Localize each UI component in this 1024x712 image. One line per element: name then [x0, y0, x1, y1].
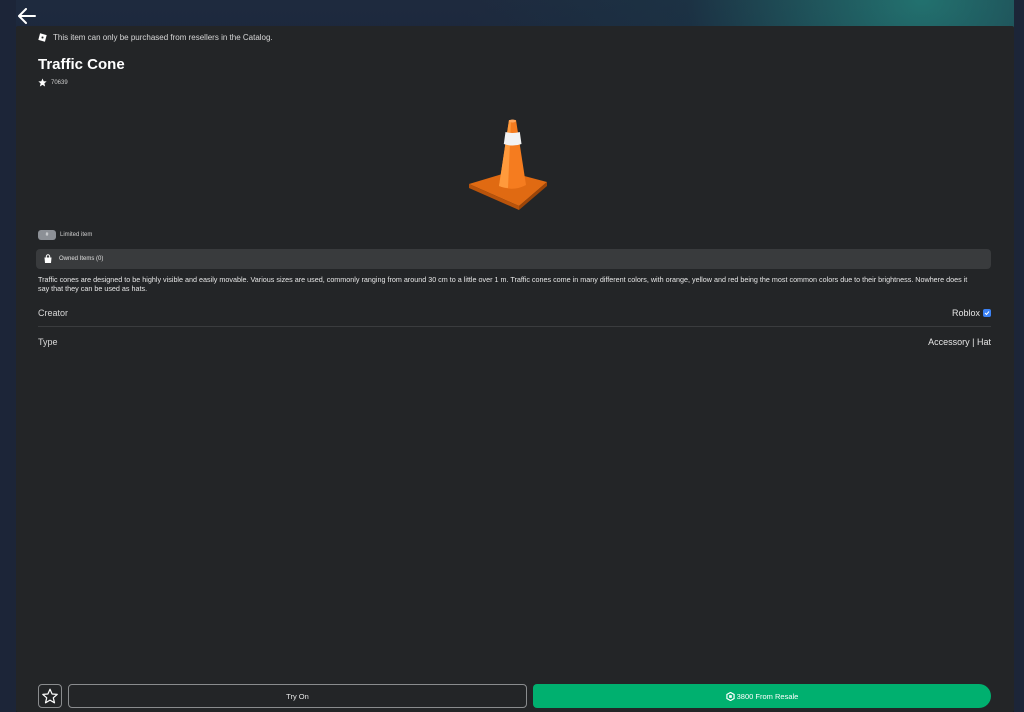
favorite-count: 70639: [38, 78, 68, 87]
shopping-bag-icon: [44, 254, 52, 263]
creator-label: Creator: [38, 307, 69, 318]
limited-badge-text: #: [45, 232, 49, 238]
item-description: Traffic cones are designed to be highly …: [38, 275, 968, 293]
robux-icon: [725, 691, 735, 701]
arrow-left-icon: [18, 8, 36, 24]
item-details-panel: This item can only be purchased from res…: [16, 26, 1014, 712]
star-outline-icon: [42, 688, 58, 704]
type-value: Accessory | Hat: [928, 337, 991, 347]
try-on-button[interactable]: Try On: [68, 684, 527, 708]
traffic-cone-thumbnail: [469, 119, 547, 210]
owned-items-bar[interactable]: Owned Items (0): [36, 249, 991, 269]
limited-item-tag: # Limited item: [38, 230, 92, 240]
creator-link[interactable]: Roblox: [952, 308, 991, 318]
roblox-logo-icon: [38, 33, 47, 42]
creator-name: Roblox: [951, 307, 980, 318]
buy-label: 3800 From Resale: [736, 691, 799, 701]
reseller-notice: This item can only be purchased from res…: [38, 33, 273, 42]
favorite-count-text: 70639: [51, 79, 68, 86]
reseller-notice-text: This item can only be purchased from res…: [53, 33, 273, 42]
owned-items-label: Owned Items (0): [59, 256, 104, 262]
type-row: Type Accessory | Hat: [38, 328, 991, 356]
limited-badge: #: [38, 230, 56, 240]
buy-from-resale-button[interactable]: 3800 From Resale: [533, 684, 991, 708]
type-label: Type: [38, 337, 58, 347]
favorite-button[interactable]: [38, 684, 62, 708]
try-on-label: Try On: [286, 691, 309, 701]
back-button[interactable]: [12, 4, 42, 28]
star-icon: [38, 78, 47, 87]
verified-badge-icon: [983, 308, 991, 317]
limited-item-label: Limited item: [60, 232, 93, 238]
item-title: Traffic Cone: [38, 56, 125, 73]
creator-row: Creator Roblox: [38, 299, 991, 327]
